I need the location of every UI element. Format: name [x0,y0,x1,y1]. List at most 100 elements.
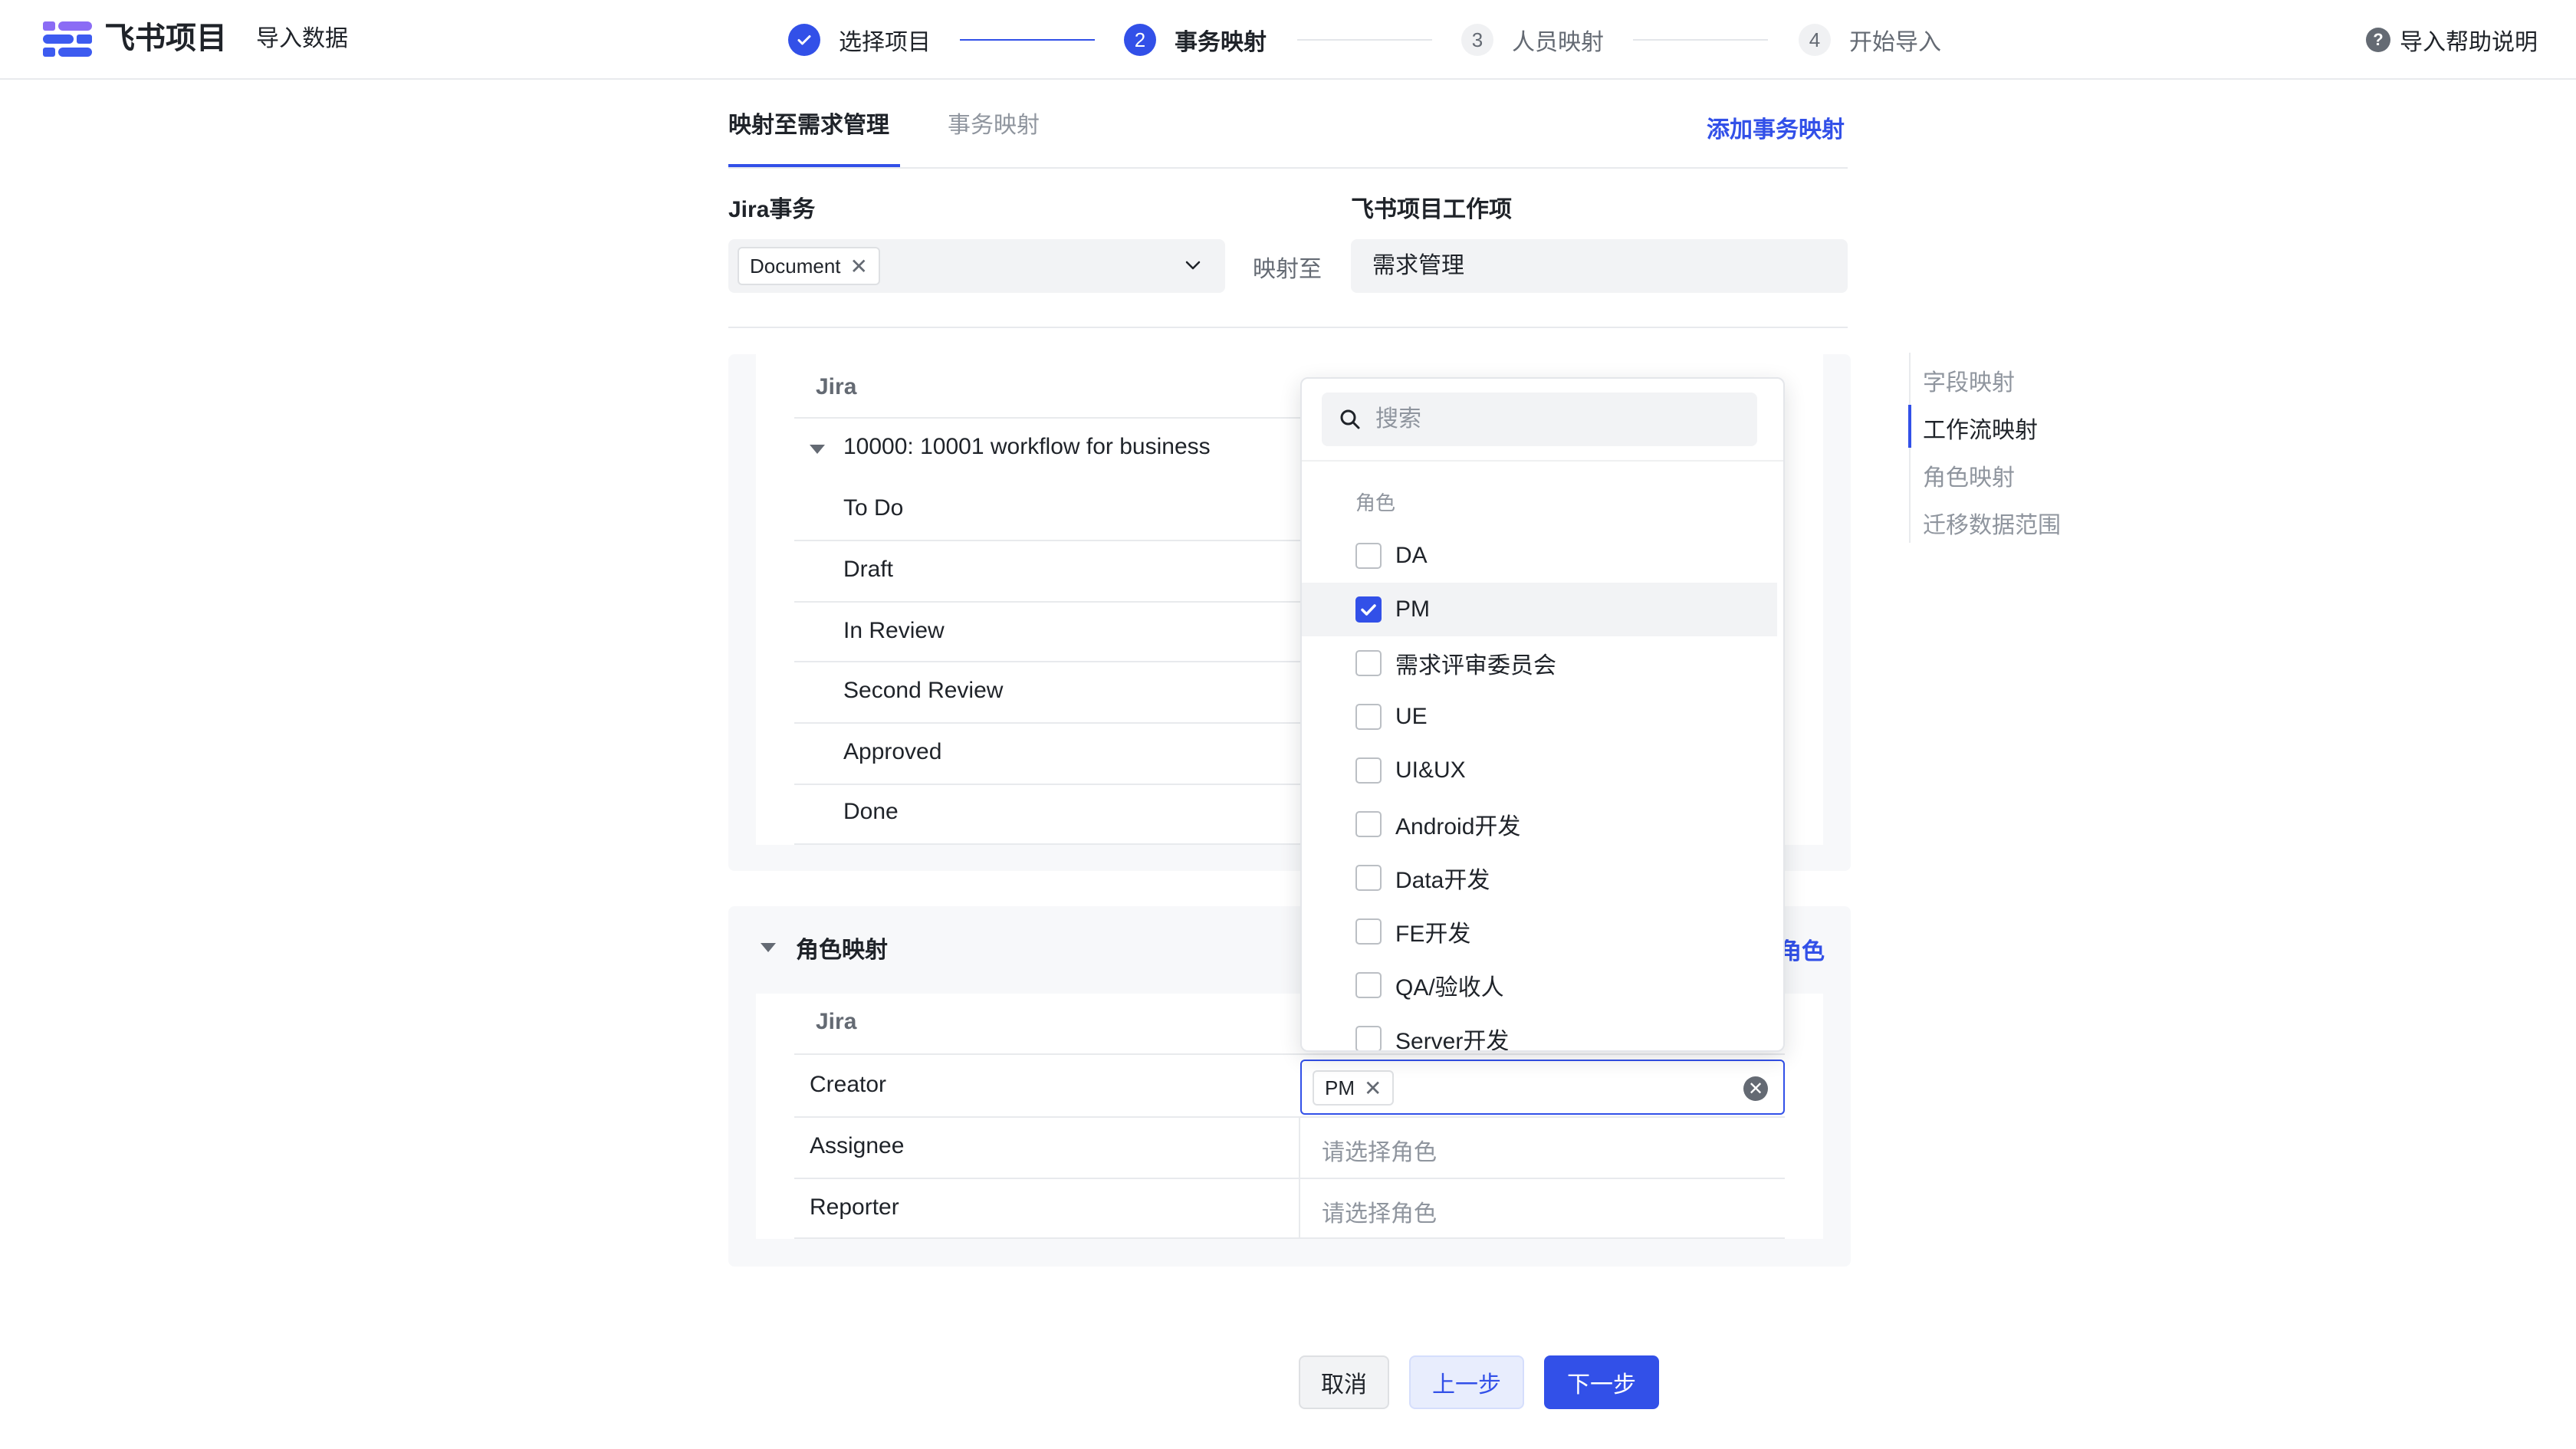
help-icon: ? [2366,28,2390,52]
issue-tag-label: Document [750,254,841,278]
step-label: 事务映射 [1175,30,1267,55]
row-divider [794,784,1300,785]
checkbox[interactable] [1355,865,1382,891]
option-review-committee[interactable]: 需求评审委员会 [1302,636,1777,690]
caret-down-icon[interactable] [761,943,776,952]
checkbox[interactable] [1355,650,1382,676]
role-row-jira: Creator [810,1072,887,1097]
workflow-status: To Do [843,495,904,521]
step-number: 2 [1124,24,1156,56]
step-select-project[interactable]: 选择项目 [788,21,931,58]
anchor-data-scope[interactable]: 迁移数据范围 [1923,506,2061,540]
role-select-reporter[interactable]: 请选择角色 [1322,1194,1437,1228]
role-select-creator[interactable]: PM ✕ ✕ [1300,1060,1785,1115]
option-label: UI&UX [1395,757,1466,783]
anchor-field-mapping[interactable]: 字段映射 [1923,363,2015,397]
option-label: 需求评审委员会 [1395,653,1556,678]
step-label: 选择项目 [839,30,931,55]
option-ue[interactable]: UE [1302,690,1777,744]
row-divider [794,601,1300,603]
target-item-field: 需求管理 [1351,239,1848,293]
workflow-status: In Review [843,618,945,643]
cancel-button[interactable]: 取消 [1299,1355,1389,1409]
previous-step-button[interactable]: 上一步 [1409,1355,1524,1409]
step-connector [1633,39,1768,41]
role-tag-label: PM [1325,1076,1355,1099]
row-divider [794,1178,1785,1179]
page-subtitle: 导入数据 [256,26,348,51]
workflow-name: 10000: 10001 workflow for business [843,434,1211,459]
workflow-status: Done [843,799,899,824]
option-label: UE [1395,704,1428,729]
checkbox[interactable] [1355,811,1382,837]
option-android-dev[interactable]: Android开发 [1302,797,1777,851]
step-number: 4 [1799,24,1831,56]
anchor-track [1909,353,1911,543]
clear-icon[interactable]: ✕ [1743,1076,1768,1101]
option-ui-ux[interactable]: UI&UX [1302,744,1777,797]
tab-issue-mapping[interactable]: 事务映射 [948,110,1040,141]
tab-map-to-requirements[interactable]: 映射至需求管理 [728,110,889,141]
role-mapping-title: 角色映射 [796,938,888,963]
issue-tag: Document ✕ [738,247,880,285]
next-step-button[interactable]: 下一步 [1544,1355,1659,1409]
caret-down-icon[interactable] [810,445,825,454]
close-icon[interactable]: ✕ [1364,1076,1382,1101]
section-divider [728,327,1848,328]
check-icon [788,24,820,56]
step-number: 3 [1461,24,1493,56]
option-da[interactable]: DA [1302,529,1777,583]
search-box[interactable] [1322,393,1757,446]
add-issue-mapping-link[interactable]: 添加事务映射 [1707,110,1845,144]
row-divider [794,661,1300,662]
jira-issue-label: Jira事务 [728,197,816,222]
option-data-dev[interactable]: Data开发 [1302,851,1777,905]
close-icon[interactable]: ✕ [850,254,868,279]
option-label: FE开发 [1395,922,1471,947]
step-label: 开始导入 [1849,30,1941,55]
column-header-jira: Jira [816,1009,857,1034]
checkbox[interactable] [1355,543,1382,569]
workflow-status: Second Review [843,678,1004,703]
target-item-label: 飞书项目工作项 [1351,197,1512,222]
row-divider [794,417,1300,419]
workflow-status: Draft [843,557,894,582]
row-divider [794,540,1300,541]
check-icon [1361,604,1376,616]
option-label: PM [1395,596,1430,622]
help-link[interactable]: ? 导入帮助说明 [2366,23,2538,57]
option-fe-dev[interactable]: FE开发 [1302,905,1777,958]
step-connector [960,39,1095,41]
anchor-workflow-mapping[interactable]: 工作流映射 [1923,411,2038,445]
chevron-down-icon[interactable] [1184,256,1202,274]
step-issue-mapping[interactable]: 2 事务映射 [1124,21,1267,58]
option-pm[interactable]: PM [1302,583,1777,636]
column-divider [1299,1116,1300,1239]
anchor-role-mapping[interactable]: 角色映射 [1923,458,2015,492]
checkbox-checked[interactable] [1355,596,1382,623]
row-divider [794,722,1300,724]
row-divider [794,1053,1785,1055]
top-header: 飞书项目 导入数据 选择项目 2 事务映射 3 人员映射 4 开始导入 ? 导入… [0,0,2576,80]
row-divider [794,1237,1785,1239]
checkbox[interactable] [1355,918,1382,945]
step-connector [1297,39,1432,41]
tab-divider [728,167,1848,169]
role-select-assignee[interactable]: 请选择角色 [1322,1133,1437,1167]
app-title: 飞书项目 [104,21,227,55]
checkbox[interactable] [1355,1026,1382,1050]
role-row-jira: Assignee [810,1133,905,1158]
group-label: 角色 [1355,491,1396,514]
step-start-import[interactable]: 4 开始导入 [1799,21,1941,58]
checkbox[interactable] [1355,972,1382,998]
search-input[interactable] [1375,393,1743,446]
option-label: Server开发 [1395,1029,1510,1052]
step-user-mapping[interactable]: 3 人员映射 [1461,21,1604,58]
add-role-link[interactable]: 角色 [1779,932,1825,966]
option-label: DA [1395,543,1428,568]
jira-issue-select[interactable]: Document ✕ [728,239,1225,293]
checkbox[interactable] [1355,704,1382,730]
option-qa[interactable]: QA/验收人 [1302,958,1777,1012]
option-server-dev[interactable]: Server开发 [1302,1012,1777,1052]
checkbox[interactable] [1355,757,1382,784]
